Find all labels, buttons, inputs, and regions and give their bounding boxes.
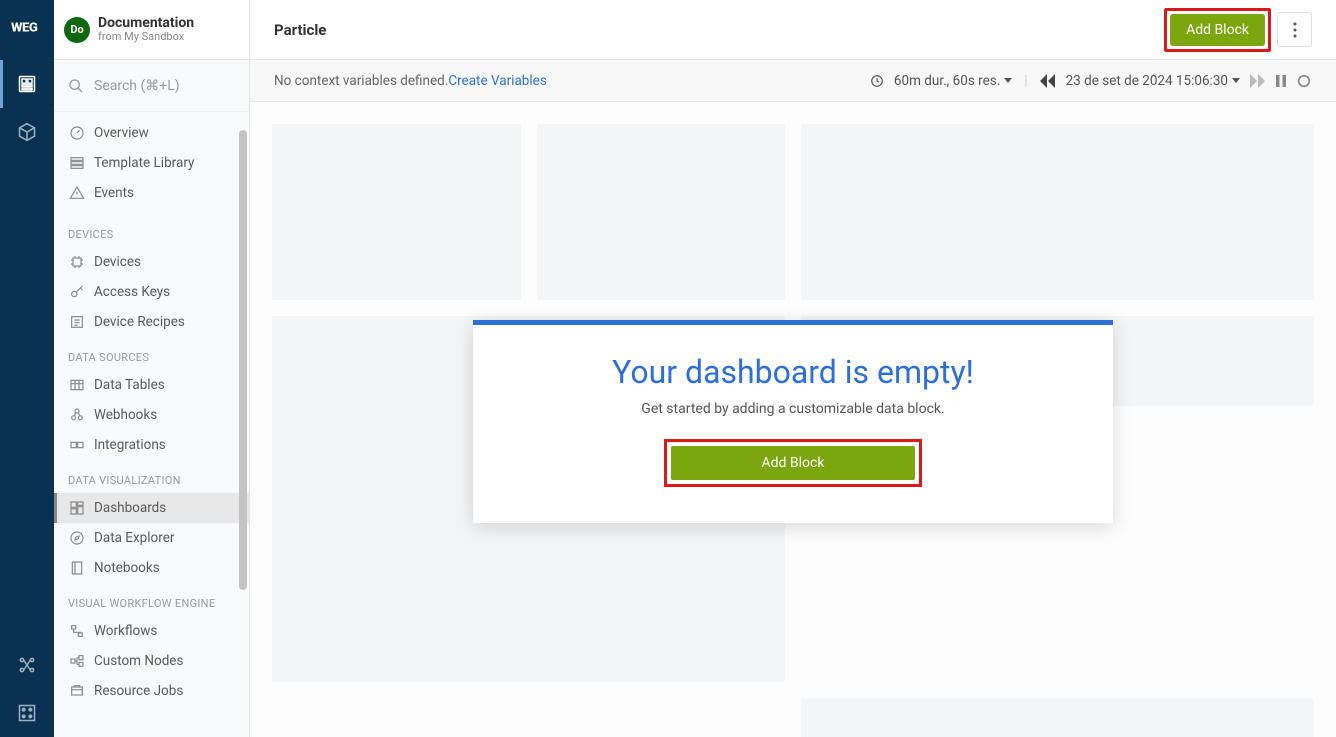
refresh-icon[interactable] xyxy=(1296,73,1312,89)
placeholder-block xyxy=(801,124,1314,300)
table-icon xyxy=(68,376,86,394)
key-icon xyxy=(68,283,86,301)
search-input[interactable]: Search (⌘+L) xyxy=(54,60,249,112)
nav-label: Dashboards xyxy=(94,500,166,516)
chevron-down-icon xyxy=(1004,78,1012,83)
nav-label: Template Library xyxy=(94,155,194,171)
date-dropdown[interactable]: 23 de set de 2024 15:06:30 xyxy=(1066,73,1240,89)
search-icon xyxy=(68,78,84,94)
notebook-icon xyxy=(68,559,86,577)
duration-dropdown[interactable]: 60m dur., 60s res. xyxy=(894,73,1012,89)
context-bar: No context variables defined. Create Var… xyxy=(250,60,1336,102)
main-content: Particle Add Block No context variables … xyxy=(250,0,1336,737)
dashboard-canvas: Your dashboard is empty! Get started by … xyxy=(250,102,1336,737)
clock-icon xyxy=(870,74,884,88)
logo: WEG xyxy=(11,12,43,42)
compass-icon xyxy=(68,529,86,547)
nav-heading-workflow: VISUAL WORKFLOW ENGINE xyxy=(54,583,249,616)
nav-item-template-library[interactable]: Template Library xyxy=(54,148,249,178)
sidebar: Do Documentation from My Sandbox Search … xyxy=(54,0,250,737)
nav-connections-icon[interactable] xyxy=(0,641,54,689)
rewind-icon[interactable] xyxy=(1040,74,1056,88)
dashboard-icon xyxy=(68,499,86,517)
nav-item-dashboards[interactable]: Dashboards xyxy=(54,493,249,523)
nav-item-events[interactable]: Events xyxy=(54,178,249,208)
nav-item-devices[interactable]: Devices xyxy=(54,247,249,277)
integration-icon xyxy=(68,436,86,454)
nav-label: Access Keys xyxy=(94,284,170,300)
nav-label: Notebooks xyxy=(94,560,160,576)
nav-heading-data-visualization: DATA VISUALIZATION xyxy=(54,460,249,493)
nav-item-notebooks[interactable]: Notebooks xyxy=(54,553,249,583)
placeholder-block xyxy=(537,124,786,300)
highlight-box: Add Block xyxy=(1164,8,1271,52)
placeholder-block xyxy=(272,124,521,300)
nav-label: Resource Jobs xyxy=(94,683,183,699)
workspace-avatar: Do xyxy=(64,17,90,43)
nav-heading-devices: DEVICES xyxy=(54,214,249,247)
nav-item-resource-jobs[interactable]: Resource Jobs xyxy=(54,676,249,706)
icon-bar: WEG xyxy=(0,0,54,737)
page-title: Particle xyxy=(274,21,326,39)
nav-label: Custom Nodes xyxy=(94,653,183,669)
nodes-icon xyxy=(68,652,86,670)
more-vertical-icon xyxy=(1293,22,1297,38)
nav-label: Events xyxy=(94,185,134,201)
nav-item-integrations[interactable]: Integrations xyxy=(54,430,249,460)
search-placeholder: Search (⌘+L) xyxy=(94,78,180,94)
nav-applications-icon[interactable] xyxy=(0,60,54,108)
empty-subtitle: Get started by adding a customizable dat… xyxy=(503,401,1083,417)
svg-text:WEG: WEG xyxy=(11,21,38,35)
workspace-subtitle: from My Sandbox xyxy=(98,31,194,43)
webhook-icon xyxy=(68,406,86,424)
nav-label: Webhooks xyxy=(94,407,157,423)
nav-item-custom-nodes[interactable]: Custom Nodes xyxy=(54,646,249,676)
nav-matrix-icon[interactable] xyxy=(0,689,54,737)
scrollbar-thumb[interactable] xyxy=(239,130,247,590)
nav-label: Data Explorer xyxy=(94,530,174,546)
warning-icon xyxy=(68,184,86,202)
jobs-icon xyxy=(68,682,86,700)
nav-heading-data-sources: DATA SOURCES xyxy=(54,337,249,370)
add-block-button[interactable]: Add Block xyxy=(1170,14,1265,46)
context-text: No context variables defined. xyxy=(274,73,448,89)
nav-item-access-keys[interactable]: Access Keys xyxy=(54,277,249,307)
nav-label: Overview xyxy=(94,125,149,141)
nav-item-data-tables[interactable]: Data Tables xyxy=(54,370,249,400)
template-icon xyxy=(68,154,86,172)
recipe-icon xyxy=(68,313,86,331)
empty-title: Your dashboard is empty! xyxy=(503,353,1083,391)
pause-icon[interactable] xyxy=(1276,75,1286,87)
nav-item-webhooks[interactable]: Webhooks xyxy=(54,400,249,430)
nav-label: Devices xyxy=(94,254,141,270)
gauge-icon xyxy=(68,124,86,142)
chip-icon xyxy=(68,253,86,271)
nav-label: Integrations xyxy=(94,437,166,453)
nav-item-device-recipes[interactable]: Device Recipes xyxy=(54,307,249,337)
workspace-title: Documentation xyxy=(98,16,194,31)
create-variables-link[interactable]: Create Variables xyxy=(448,73,547,89)
add-block-button-main[interactable]: Add Block xyxy=(671,446,915,480)
more-menu-button[interactable] xyxy=(1277,12,1312,47)
nav-label: Device Recipes xyxy=(94,314,185,330)
forward-icon[interactable] xyxy=(1250,74,1266,88)
placeholder-block xyxy=(801,698,1314,737)
sidebar-header: Do Documentation from My Sandbox xyxy=(54,0,249,60)
nav-item-workflows[interactable]: Workflows xyxy=(54,616,249,646)
nav-item-overview[interactable]: Overview xyxy=(54,118,249,148)
nav-cube-icon[interactable] xyxy=(0,108,54,156)
top-bar: Particle Add Block xyxy=(250,0,1336,60)
nav-item-data-explorer[interactable]: Data Explorer xyxy=(54,523,249,553)
chevron-down-icon xyxy=(1232,78,1240,83)
workflow-icon xyxy=(68,622,86,640)
nav-label: Workflows xyxy=(94,623,157,639)
highlight-box: Add Block xyxy=(664,439,922,487)
nav-label: Data Tables xyxy=(94,377,165,393)
empty-dashboard-modal: Your dashboard is empty! Get started by … xyxy=(473,320,1113,523)
